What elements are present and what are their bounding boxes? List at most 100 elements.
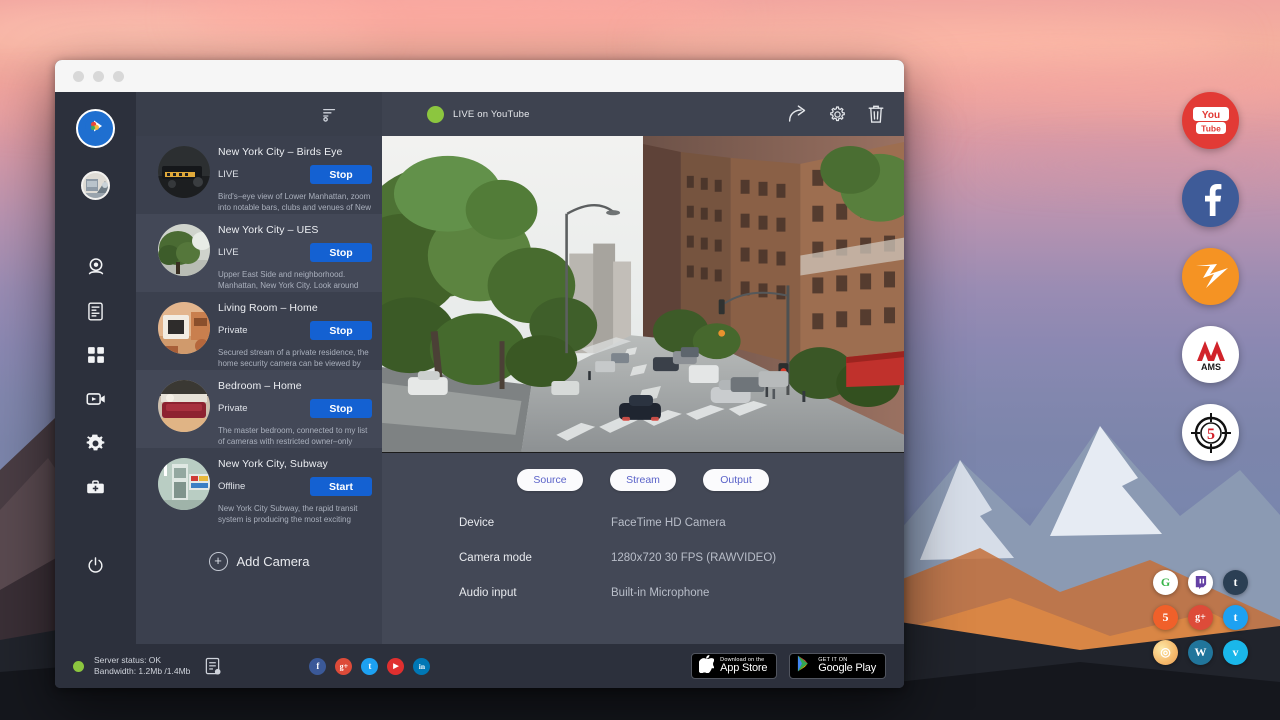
- smashcast-icon[interactable]: 5: [1153, 605, 1178, 630]
- camera-status-row: Offline Start: [218, 477, 372, 496]
- camera-list-header: [136, 92, 382, 136]
- google-play-big: Google Play: [818, 663, 876, 675]
- tab-output[interactable]: Output: [703, 469, 769, 491]
- list-item[interactable]: New York City, Subway Offline Start New …: [136, 448, 382, 526]
- server-status: Server status: OK Bandwidth: 1.2Mb /1.4M…: [73, 655, 221, 677]
- app-window: New York City – Birds Eye LIVE Stop Bird…: [55, 60, 904, 688]
- camera-description: The master bedroom, connected to my list…: [218, 425, 372, 447]
- tab-source[interactable]: Source: [517, 469, 583, 491]
- document-log-icon[interactable]: [204, 657, 221, 676]
- desktop-service-icons: You Tube AMS: [1182, 92, 1239, 461]
- webcam-icon: [85, 256, 107, 278]
- camera-thumbnail: [158, 302, 210, 354]
- video-preview[interactable]: [382, 136, 904, 453]
- cloud-streak: [0, 8, 380, 54]
- minimize-button[interactable]: [93, 71, 104, 82]
- adobe-ams-service-icon[interactable]: AMS: [1182, 326, 1239, 383]
- tablet-icon: [85, 301, 106, 322]
- camera-thumbnail: [158, 380, 210, 432]
- add-camera-button[interactable]: + Add Camera: [136, 526, 382, 596]
- google-plus-icon[interactable]: g+: [335, 658, 352, 675]
- camera-action-button[interactable]: Stop: [310, 399, 372, 418]
- share-icon[interactable]: [787, 104, 808, 124]
- close-button[interactable]: [73, 71, 84, 82]
- spec-key-audio-input: Audio input: [459, 587, 611, 599]
- list-item[interactable]: New York City – UES LIVE Stop Upper East…: [136, 214, 382, 292]
- zoom-button[interactable]: [113, 71, 124, 82]
- grabyo-icon[interactable]: G: [1153, 570, 1178, 595]
- tumblr-icon[interactable]: t: [1223, 570, 1248, 595]
- app-logo-icon: [85, 115, 107, 142]
- sidebar-item-power[interactable]: [76, 545, 116, 585]
- video-frame: [382, 136, 904, 452]
- facebook-icon[interactable]: f: [309, 658, 326, 675]
- tab-stream[interactable]: Stream: [610, 469, 676, 491]
- spec-value-device[interactable]: FaceTime HD Camera: [611, 517, 726, 529]
- sidebar-item-grid[interactable]: [76, 335, 116, 375]
- camera-title: New York City – Birds Eye: [218, 146, 372, 158]
- list-item[interactable]: Bedroom – Home Private Stop The master b…: [136, 370, 382, 448]
- app-store-button[interactable]: Download on the App Store: [691, 653, 777, 679]
- server-status-text: Server status: OK Bandwidth: 1.2Mb /1.4M…: [94, 655, 190, 677]
- sidebar-item-devices[interactable]: [76, 291, 116, 331]
- spec-value-audio-input[interactable]: Built-in Microphone: [611, 587, 709, 599]
- desktop-small-icons: G t 5 g+ t ◎ W: [1148, 565, 1253, 670]
- instagram-icon[interactable]: ◎: [1153, 640, 1178, 665]
- sidebar-item-cameras[interactable]: [76, 247, 116, 287]
- dock-cell: W: [1183, 635, 1218, 670]
- add-camera-label: Add Camera: [237, 554, 310, 569]
- sidebar-item-app-logo[interactable]: [76, 109, 115, 148]
- list-item[interactable]: Living Room – Home Private Stop Secured …: [136, 292, 382, 370]
- app-store-big: App Store: [720, 663, 767, 675]
- twitch-icon[interactable]: [1188, 570, 1213, 595]
- camera-description: Secured stream of a private residence, t…: [218, 347, 372, 369]
- wowza-service-icon[interactable]: [1182, 248, 1239, 305]
- camera-action-button[interactable]: Stop: [310, 243, 372, 262]
- sort-icon[interactable]: [322, 107, 338, 122]
- svg-text:Tube: Tube: [1201, 123, 1221, 133]
- camera-action-button[interactable]: Stop: [310, 165, 372, 184]
- dock-cell: t: [1218, 600, 1253, 635]
- camera-list[interactable]: New York City – Birds Eye LIVE Stop Bird…: [136, 136, 382, 644]
- vimeo-icon[interactable]: v: [1223, 640, 1248, 665]
- svg-text:5: 5: [1207, 426, 1215, 443]
- server-status-dot: [73, 661, 84, 672]
- youtube-service-icon[interactable]: You Tube: [1182, 92, 1239, 149]
- trash-icon[interactable]: [867, 104, 885, 124]
- sidebar-item-user-avatar[interactable]: [76, 165, 116, 205]
- twitter-icon[interactable]: t: [361, 658, 378, 675]
- dock-cell: ◎: [1148, 635, 1183, 670]
- header-actions: [787, 104, 885, 124]
- camera-description: Bird's–eye view of Lower Manhattan, zoom…: [218, 191, 372, 213]
- status-bar: Server status: OK Bandwidth: 1.2Mb /1.4M…: [55, 644, 904, 688]
- twitter-desktop-icon[interactable]: t: [1223, 605, 1248, 630]
- sidebar-item-support[interactable]: [76, 467, 116, 507]
- camera-action-button[interactable]: Start: [310, 477, 372, 496]
- youtube-icon[interactable]: ▶: [387, 658, 404, 675]
- window-body: New York City – Birds Eye LIVE Stop Bird…: [55, 92, 904, 644]
- facebook-service-icon[interactable]: [1182, 170, 1239, 227]
- linkedin-icon[interactable]: in: [413, 658, 430, 675]
- camera-title: New York City – UES: [218, 224, 372, 236]
- plus-icon: +: [209, 552, 228, 571]
- server-status-line: Server status: OK: [94, 655, 190, 666]
- desktop: New York City – Birds Eye LIVE Stop Bird…: [0, 0, 1280, 720]
- social-links: f g+ t ▶ in: [309, 658, 430, 675]
- wordpress-icon[interactable]: W: [1188, 640, 1213, 665]
- grid-icon: [86, 345, 106, 365]
- google-play-icon: [797, 655, 812, 677]
- sidebar-item-settings[interactable]: [76, 423, 116, 463]
- google-play-button[interactable]: GET IT ON Google Play: [789, 653, 886, 679]
- camera-description: New York City Subway, the rapid transit …: [218, 503, 372, 525]
- spec-value-camera-mode[interactable]: 1280x720 30 FPS (RAWVIDEO): [611, 552, 776, 564]
- spec-row: Device FaceTime HD Camera: [459, 517, 904, 552]
- list-item[interactable]: New York City – Birds Eye LIVE Stop Bird…: [136, 136, 382, 214]
- camera-action-button[interactable]: Stop: [310, 321, 372, 340]
- sidebar-item-broadcasts[interactable]: [76, 379, 116, 419]
- channel-five-service-icon[interactable]: 5: [1182, 404, 1239, 461]
- google-plus-desktop-icon[interactable]: g+: [1188, 605, 1213, 630]
- camera-state: Private: [218, 403, 310, 414]
- apple-icon: [699, 655, 714, 678]
- camera-status-row: Private Stop: [218, 321, 372, 340]
- gear-icon[interactable]: [828, 105, 847, 124]
